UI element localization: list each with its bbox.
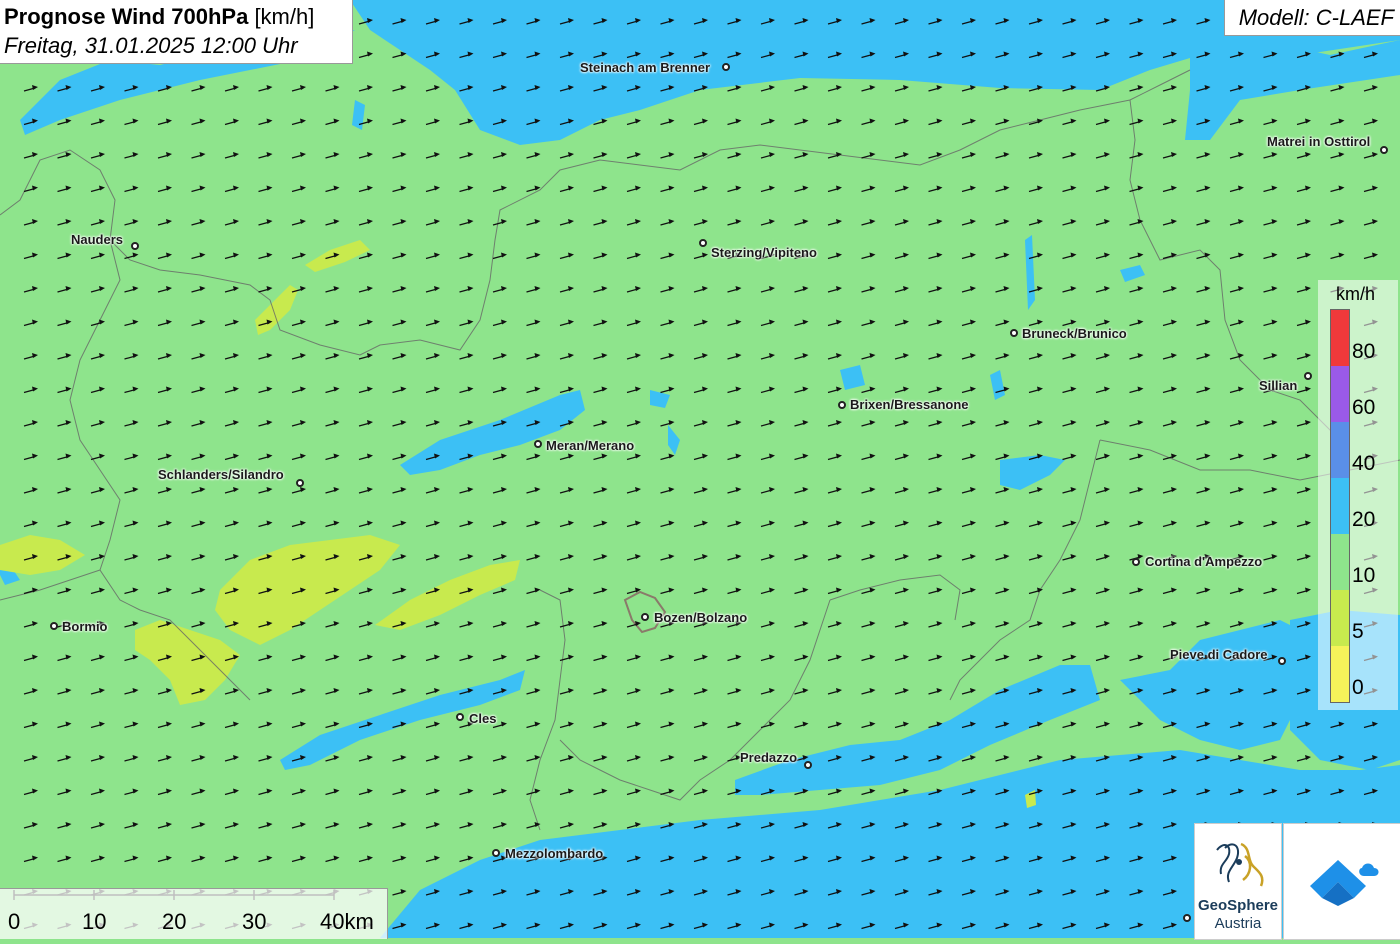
forecast-date: Freitag, 31.01.2025 12:00 Uhr: [4, 33, 298, 58]
legend-swatch-80: [1331, 310, 1349, 366]
legend-label-10: 10: [1352, 564, 1376, 587]
legend-swatch-40: [1331, 422, 1349, 478]
legend-unit: km/h: [1336, 284, 1376, 304]
title-unit: [km/h]: [254, 4, 315, 29]
city-dot[interactable]: [804, 761, 812, 769]
geosphere-line2: Austria: [1214, 915, 1262, 932]
city-dot[interactable]: [492, 849, 500, 857]
legend-swatch-5: [1331, 590, 1349, 646]
model-box: Modell: C-LAEF: [1224, 0, 1400, 36]
legend-label-20: 20: [1352, 508, 1376, 531]
legend-label-60: 60: [1352, 396, 1376, 419]
city-label-bruneck[interactable]: Bruneck/Brunico: [1022, 326, 1127, 341]
city-label-cles[interactable]: Cles: [469, 711, 496, 726]
city-label-bormio[interactable]: Bormio: [62, 619, 108, 634]
city-dot[interactable]: [699, 239, 707, 247]
city-label-cortina[interactable]: Cortina d'Ampezzo: [1145, 554, 1262, 569]
city-dot[interactable]: [1380, 146, 1388, 154]
city-label-nauders[interactable]: Nauders: [71, 232, 123, 247]
legend-bar: [1330, 309, 1350, 703]
city-dot[interactable]: [534, 440, 542, 448]
title-box: Prognose Wind 700hPa [km/h] Freitag, 31.…: [0, 0, 353, 64]
scale-label-20: 20: [162, 909, 187, 934]
city-dot[interactable]: [1183, 914, 1191, 922]
scale-label-40km: 40km: [320, 909, 374, 934]
legend-label-80: 80: [1352, 340, 1376, 363]
color-legend: km/h 80 60 40 20 10 5 0: [1318, 280, 1398, 710]
geosphere-line1: GeoSphere: [1197, 897, 1279, 914]
legend-swatch-20: [1331, 478, 1349, 534]
scale-label-0: 0: [8, 909, 21, 934]
partner-logo[interactable]: [1283, 823, 1400, 940]
model-label: Modell: C-LAEF: [1238, 5, 1394, 30]
city-label-sillian[interactable]: Sillian: [1259, 378, 1297, 393]
legend-swatch-0: [1331, 646, 1349, 702]
city-dot[interactable]: [296, 479, 304, 487]
city-dot[interactable]: [1132, 558, 1140, 566]
city-label-pieve[interactable]: Pieve di Cadore: [1170, 647, 1268, 662]
city-dot[interactable]: [722, 63, 730, 71]
city-dot[interactable]: [838, 401, 846, 409]
legend-label-0: 0: [1352, 676, 1364, 699]
city-label-sterzing[interactable]: Sterzing/Vipiteno: [711, 245, 817, 260]
city-label-predazzo[interactable]: Predazzo: [740, 750, 797, 765]
city-dot[interactable]: [1010, 329, 1018, 337]
legend-label-40: 40: [1352, 452, 1376, 475]
city-label-mezzolombardo[interactable]: Mezzolombardo: [505, 846, 603, 861]
city-label-steinach[interactable]: Steinach am Brenner: [580, 60, 710, 75]
scale-label-30: 30: [242, 909, 267, 934]
city-label-schlanders[interactable]: Schlanders/Silandro: [158, 467, 284, 482]
title-bold: Prognose Wind 700hPa: [4, 4, 249, 29]
legend-label-5: 5: [1352, 620, 1364, 643]
city-dot[interactable]: [131, 242, 139, 250]
arrow-cloud-icon: [1310, 860, 1379, 906]
legend-swatch-60: [1331, 366, 1349, 422]
legend-swatch-10: [1331, 534, 1349, 590]
city-dot[interactable]: [1304, 372, 1312, 380]
city-label-meran[interactable]: Meran/Merano: [546, 438, 634, 453]
geosphere-icon: [1216, 842, 1264, 887]
city-label-brixen[interactable]: Brixen/Bressanone: [850, 397, 969, 412]
city-label-matrei[interactable]: Matrei in Osttirol: [1267, 134, 1370, 149]
city-dot[interactable]: [641, 613, 649, 621]
city-dot[interactable]: [1278, 657, 1286, 665]
scale-label-10: 10: [82, 909, 107, 934]
map-title: Prognose Wind 700hPa [km/h]: [4, 4, 314, 30]
city-dot[interactable]: [50, 622, 58, 630]
city-dot[interactable]: [456, 713, 464, 721]
geosphere-logo[interactable]: GeoSphere Austria: [1194, 823, 1282, 940]
scale-bar: 0 10 20 30 40km: [0, 888, 388, 939]
city-label-bozen[interactable]: Bozen/Bolzano: [654, 610, 747, 625]
